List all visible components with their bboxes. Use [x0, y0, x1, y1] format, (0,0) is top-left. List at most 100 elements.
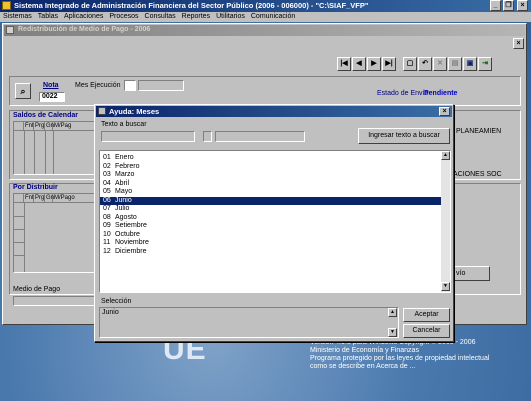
envio-button[interactable]: vío [452, 266, 490, 281]
delete-icon[interactable]: ✕ [433, 57, 447, 71]
selection-field[interactable]: Junio ▲ ▼ [99, 307, 399, 338]
list-scrollbar[interactable]: ▲ ▼ [441, 151, 450, 292]
close-button[interactable]: × [517, 0, 528, 11]
restore-button[interactable]: ❐ [503, 0, 514, 11]
first-record-icon[interactable]: |◀ [337, 57, 351, 71]
main-window-title-bar: Redistribución de Medio de Pago - 2006 [4, 25, 525, 36]
cancel-button[interactable]: Cancelar [403, 324, 450, 338]
right-text-planeamiento: PLANEAMIEN [456, 128, 502, 135]
estado-envio-value: Pendiente [424, 90, 458, 97]
por-distribuir-label: Por Distribuir [13, 184, 58, 191]
month-name: Julio [115, 205, 130, 212]
month-code: 03 [103, 171, 111, 178]
saldos-col-fnt: Fnt [25, 122, 34, 131]
list-item[interactable]: 06 Junio [100, 196, 450, 205]
estado-envio-label: Estado de Envío [377, 90, 429, 97]
list-item[interactable]: 01 Enero [100, 154, 450, 163]
accept-button[interactable]: Aceptar [403, 308, 450, 322]
months-list-items: 01 Enero 02 Febrero 03 Marzo 04 Abril 05 Mayo 06 Ju… [100, 154, 450, 256]
month-code: 11 [103, 239, 111, 246]
selection-scroll-up-icon[interactable]: ▲ [388, 308, 397, 317]
scroll-down-icon[interactable]: ▼ [441, 282, 450, 291]
menu-procesos[interactable]: Procesos [106, 12, 141, 22]
nota-label: Nota [43, 82, 59, 89]
mes-ejecucion-field[interactable] [124, 80, 136, 91]
selection-value: Junio [102, 309, 119, 316]
undo-icon[interactable]: ↶ [418, 57, 432, 71]
dialog-title: Ayuda: Meses [109, 107, 160, 116]
menu-sistemas[interactable]: Sistemas [0, 12, 35, 22]
window-icon [6, 26, 14, 34]
menu-bar: Sistemas Tablas Aplicaciones Procesos Consul… [0, 12, 531, 22]
exit-icon[interactable]: ⇥ [478, 57, 492, 71]
saldos-grid[interactable]: Fnt Prg Gn M/Pag [13, 121, 97, 175]
list-item[interactable]: 09 Setiembre [100, 222, 450, 231]
search-input-secondary[interactable] [215, 131, 305, 142]
main-window-close-button[interactable]: × [513, 38, 524, 49]
save-icon[interactable]: ▣ [463, 57, 477, 71]
scroll-up-icon[interactable]: ▲ [441, 151, 450, 160]
list-item[interactable]: 05 Mayo [100, 188, 450, 197]
selection-scroll-down-icon[interactable]: ▼ [388, 328, 397, 337]
month-name: Diciembre [115, 247, 147, 255]
medio-pago-field[interactable] [13, 296, 97, 306]
list-item[interactable]: 12 Diciembre [100, 248, 450, 257]
search-button[interactable]: Ingresar texto a buscar [358, 128, 450, 144]
nota-field[interactable]: 0022 [39, 92, 65, 102]
dialog-title-bar: Ayuda: Meses × [96, 106, 452, 117]
search-input[interactable] [101, 131, 195, 142]
month-name: Noviembre [115, 239, 149, 246]
month-code: 09 [103, 222, 111, 229]
menu-utilitarios[interactable]: Utilitarios [213, 12, 248, 22]
month-code: 04 [103, 179, 111, 187]
saldos-label: Saldos de Calendar [13, 112, 78, 119]
app-title: Sistema Integrado de Administración Fina… [14, 1, 369, 10]
list-item[interactable]: 07 Julio [100, 205, 450, 214]
month-code: 06 [103, 196, 111, 204]
new-record-icon[interactable]: ▢ [403, 57, 417, 71]
print-icon[interactable]: ▤ [448, 57, 462, 71]
search-icon[interactable]: ⌕ [15, 83, 31, 99]
prev-record-icon[interactable]: ◀ [352, 57, 366, 71]
menu-aplicaciones[interactable]: Aplicaciones [61, 12, 106, 22]
minimize-button[interactable]: _ [490, 0, 501, 11]
ministry-line: Ministerio de Economía y Finanzas [310, 347, 419, 354]
list-item[interactable]: 08 Agosto [100, 214, 450, 223]
saldos-col-gn: Gn [46, 122, 55, 131]
month-name: Enero [115, 154, 134, 161]
described-line: como se describe en Acerca de ... [310, 363, 416, 370]
list-item[interactable]: 02 Febrero [100, 163, 450, 172]
list-item[interactable]: 10 Octubre [100, 231, 450, 240]
months-list[interactable]: 01 Enero 02 Febrero 03 Marzo 04 Abril 05 Mayo 06 Ju… [99, 150, 451, 293]
list-item[interactable]: 11 Noviembre [100, 239, 450, 248]
last-record-icon[interactable]: ▶| [382, 57, 396, 71]
list-item[interactable]: 04 Abril [100, 180, 450, 189]
por-distribuir-col-fnt: Fnt [25, 194, 34, 203]
por-distribuir-grid[interactable]: Fnt Prg Gn M/Pago [13, 193, 97, 273]
month-name: Abril [115, 179, 130, 187]
dialog-icon [98, 107, 106, 115]
por-distribuir-col-marker [14, 194, 24, 203]
month-code: 08 [103, 213, 111, 221]
por-distribuir-col-gn: Gn [46, 194, 55, 203]
menu-consultas[interactable]: Consultas [142, 12, 179, 22]
list-item[interactable]: 03 Marzo [100, 171, 450, 180]
menu-tablas[interactable]: Tablas [35, 12, 61, 22]
month-name: Junio [115, 196, 132, 204]
menu-comunicacion[interactable]: Comunicación [248, 12, 298, 22]
main-window-title: Redistribución de Medio de Pago - 2006 [18, 26, 151, 33]
dialog-close-button[interactable]: × [439, 107, 450, 116]
search-label: Texto a buscar [101, 121, 147, 128]
month-name: Mayo [115, 188, 133, 195]
menu-reportes[interactable]: Reportes [179, 12, 213, 22]
saldos-col-mpag: M/Pag [54, 123, 72, 129]
por-distribuir-grid-header: Fnt Prg Gn M/Pago [14, 194, 96, 203]
app-icon [2, 1, 11, 10]
next-record-icon[interactable]: ▶ [367, 57, 381, 71]
month-code: 07 [103, 205, 111, 212]
search-checkbox[interactable] [203, 131, 212, 142]
month-code: 01 [103, 154, 111, 161]
ayuda-meses-dialog: Ayuda: Meses × Texto a buscar Ingresar t… [94, 104, 454, 342]
month-code: 10 [103, 230, 111, 238]
saldos-grid-header: Fnt Prg Gn M/Pag [14, 122, 96, 131]
